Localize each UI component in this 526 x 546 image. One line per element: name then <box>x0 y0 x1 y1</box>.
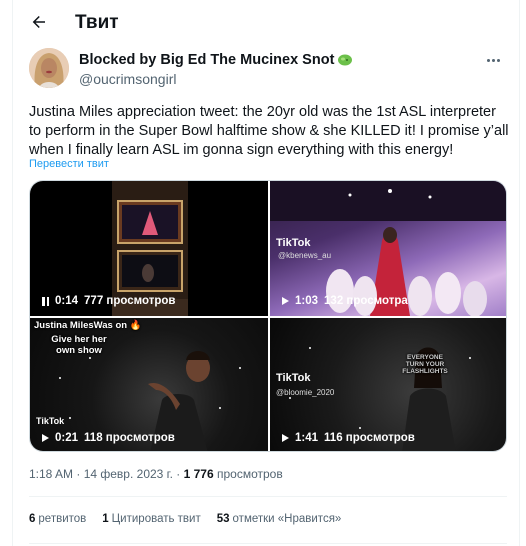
video-time: 1:03 <box>295 295 319 307</box>
video-tile-4[interactable]: EVERYONE TURN YOUR FLASHLIGHTS TikTok @b… <box>270 318 506 451</box>
tweet-date[interactable]: 14 февр. 2023 г. <box>84 467 173 481</box>
translate-tweet-link[interactable]: Перевести твит <box>29 158 109 170</box>
more-options-button[interactable] <box>483 52 503 68</box>
retweets-stat[interactable]: 6 ретвитов <box>29 513 86 525</box>
green-blob-emoji-icon <box>338 54 353 66</box>
quotes-stat[interactable]: 1 Цитировать твит <box>102 513 200 525</box>
avatar[interactable] <box>29 48 69 88</box>
video-tile-1[interactable]: 0:14 777 просмотров <box>30 181 268 316</box>
author-name-row[interactable]: Blocked by Big Ed The Mucinex Snot <box>79 52 353 68</box>
tiktok-watermark: TikTok <box>276 372 311 384</box>
likes-count: 53 <box>216 513 230 525</box>
tiktok-watermark: TikTok <box>36 416 65 426</box>
retweets-label: ретвитов <box>38 513 87 525</box>
media-grid: 0:14 777 просмотров TikTok @kbenews_au 1… <box>29 180 507 452</box>
tiktok-handle: @kbenews_au <box>278 251 332 260</box>
author-handle[interactable]: @oucrimsongirl <box>79 71 176 87</box>
author-name[interactable]: Blocked by Big Ed The Mucinex Snot <box>79 52 334 68</box>
retweets-count: 6 <box>29 513 36 525</box>
video-caption: Justina MilesWas on 🔥 <box>30 320 150 331</box>
video-views: 777 просмотров <box>84 295 176 307</box>
video-caption: EVERYONE TURN YOUR FLASHLIGHTS <box>380 354 470 375</box>
views-label: просмотров <box>216 467 283 481</box>
tweet-text: Justina Miles appreciation tweet: the 20… <box>29 104 509 158</box>
caption-line: own show <box>56 345 102 356</box>
video-tile-3[interactable]: Justina MilesWas on 🔥 Give her her own s… <box>30 318 268 451</box>
arrow-left-icon <box>32 16 45 28</box>
video-overlay: 0:21 118 просмотров <box>36 429 181 447</box>
quotes-label: Цитировать твит <box>111 513 201 525</box>
play-icon <box>282 297 289 305</box>
divider <box>29 496 507 497</box>
video-time: 0:14 <box>55 295 79 307</box>
tweet-stats: 6 ретвитов 1 Цитировать твит 53 отметки «Нр… <box>29 513 341 525</box>
likes-stat[interactable]: 53 отметки «Нравится» <box>217 513 342 525</box>
page-title: Твит <box>75 12 119 33</box>
dot-icon <box>491 58 495 62</box>
dot-icon <box>496 58 500 62</box>
video-views: 132 просмотра <box>324 295 408 307</box>
tweet-detail-panel: Твит Blocked by Big Ed The Mucinex Snot … <box>12 0 520 546</box>
video-caption: Give her her own show <box>44 334 114 356</box>
video-overlay: 0:14 777 просмотров <box>36 292 182 310</box>
caption-line: FLASHLIGHTS <box>402 368 448 375</box>
caption-line: TURN YOUR <box>405 361 445 368</box>
tiktok-watermark: TikTok <box>276 237 311 249</box>
divider <box>29 543 507 544</box>
video-time: 0:21 <box>55 432 79 444</box>
play-icon <box>282 434 289 442</box>
caption-line: Give her her <box>51 334 107 345</box>
likes-label: отметки «Нравится» <box>232 513 342 525</box>
video-time: 1:41 <box>295 432 319 444</box>
video-overlay: 1:41 116 просмотров <box>276 429 421 447</box>
page-header: Твит <box>13 0 521 44</box>
video-views: 116 просмотров <box>324 432 415 444</box>
video-tile-2[interactable]: TikTok @kbenews_au 1:03 132 просмотра <box>270 181 506 316</box>
caption-line: EVERYONE <box>407 354 443 361</box>
dot-icon <box>486 58 490 62</box>
caption-line: Justina MilesWas on 🔥 <box>34 320 142 331</box>
back-button[interactable] <box>27 10 51 34</box>
tweet-time[interactable]: 1:18 AM <box>29 467 73 481</box>
video-overlay: 1:03 132 просмотра <box>276 292 414 310</box>
quotes-count: 1 <box>102 513 109 525</box>
play-icon <box>42 434 49 442</box>
pause-icon <box>42 296 49 306</box>
views-count: 1 776 <box>183 467 214 481</box>
tiktok-handle: @bloomie_2020 <box>276 388 335 397</box>
video-views: 118 просмотров <box>84 432 175 444</box>
tweet-meta: 1:18 AM · 14 февр. 2023 г. · 1 776 просм… <box>29 467 283 481</box>
